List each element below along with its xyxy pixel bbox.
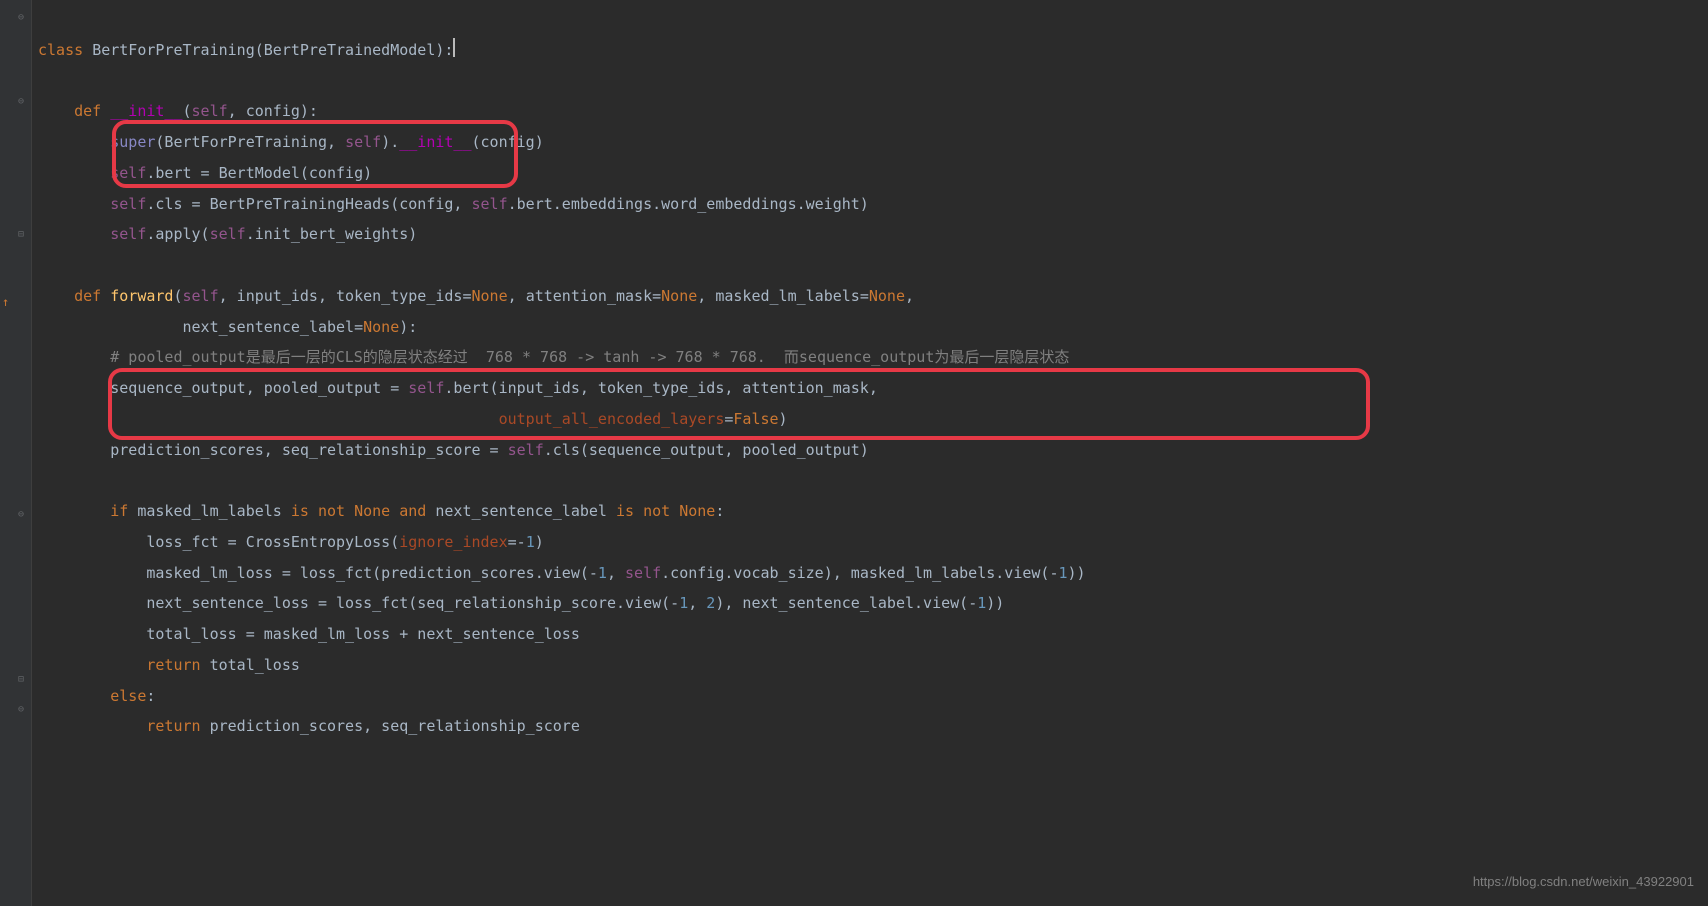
code-line: masked_lm_loss = loss_fct(prediction_sco… xyxy=(38,564,1086,582)
code-line: next_sentence_loss = loss_fct(seq_relati… xyxy=(38,594,1004,612)
code-editor-content[interactable]: class BertForPreTraining(BertPreTrainedM… xyxy=(38,0,1086,742)
code-line: else: xyxy=(38,687,155,705)
fold-marker-icon[interactable]: ⊖ xyxy=(18,505,24,526)
code-line: class BertForPreTraining(BertPreTrainedM… xyxy=(38,41,455,59)
fold-marker-icon[interactable]: ⊖ xyxy=(18,700,24,721)
code-line: sequence_output, pooled_output = self.be… xyxy=(38,379,878,397)
code-line: self.apply(self.init_bert_weights) xyxy=(38,225,417,243)
fold-marker-icon[interactable]: ⊟ xyxy=(18,670,24,691)
code-line: super(BertForPreTraining, self).__init__… xyxy=(38,133,544,151)
code-line: return prediction_scores, seq_relationsh… xyxy=(38,717,580,735)
watermark-text: https://blog.csdn.net/weixin_43922901 xyxy=(1473,869,1694,896)
code-line: def forward(self, input_ids, token_type_… xyxy=(38,287,914,305)
code-line: loss_fct = CrossEntropyLoss(ignore_index… xyxy=(38,533,544,551)
code-line: # pooled_output是最后一层的CLS的隐层状态经过 768 * 76… xyxy=(38,348,1069,366)
code-line: next_sentence_label=None): xyxy=(38,318,417,336)
editor-gutter: ⊖ ⊖ ⊟ ↑ ⊖ ⊟ ⊖ xyxy=(0,0,32,906)
text-cursor xyxy=(453,38,455,57)
code-line: prediction_scores, seq_relationship_scor… xyxy=(38,441,869,459)
code-line: self.bert = BertModel(config) xyxy=(38,164,372,182)
code-line: total_loss = masked_lm_loss + next_sente… xyxy=(38,625,580,643)
fold-marker-icon[interactable]: ⊖ xyxy=(18,8,24,29)
code-line: def __init__(self, config): xyxy=(38,102,318,120)
code-line: output_all_encoded_layers=False) xyxy=(38,410,788,428)
fold-marker-icon[interactable]: ⊖ xyxy=(18,92,24,113)
code-line: self.cls = BertPreTrainingHeads(config, … xyxy=(38,195,869,213)
code-line: if masked_lm_labels is not None and next… xyxy=(38,502,724,520)
fold-marker-icon[interactable]: ⊟ xyxy=(18,225,24,246)
code-line: return total_loss xyxy=(38,656,300,674)
change-marker-icon: ↑ xyxy=(2,290,9,315)
